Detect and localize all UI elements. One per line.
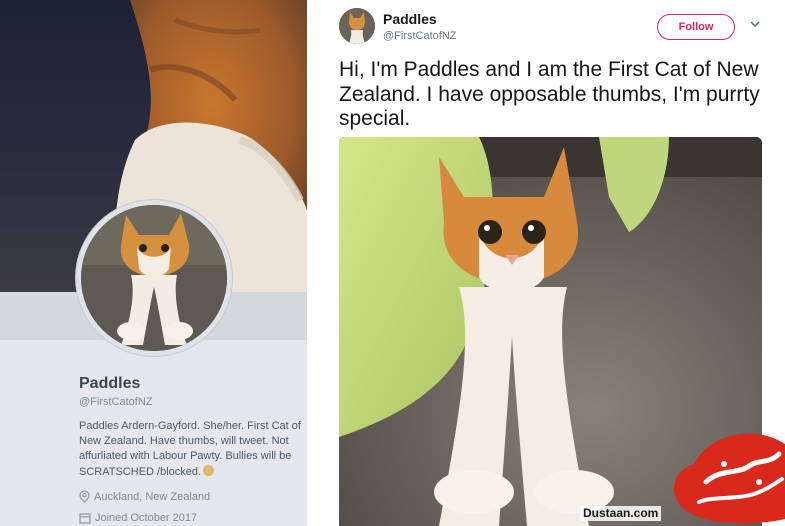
hug-emoji-icon [203,464,215,476]
profile-location: Auckland, New Zealand [79,490,210,503]
tweet-author-name[interactable]: Paddles [383,11,437,27]
calendar-icon [79,513,91,524]
tweet-avatar-image [339,8,375,44]
follow-button[interactable]: Follow [657,14,735,40]
profile-panel: Paddles @FirstCatofNZ Paddles Ardern-Gay… [0,0,307,526]
profile-bio: Paddles Ardern-Gayford. She/her. First C… [79,419,307,480]
profile-handle: @FirstCatofNZ [79,396,153,408]
tweet-author-handle[interactable]: @FirstCatofNZ [383,30,457,42]
profile-joined: Joined October 2017 [79,512,197,524]
profile-avatar[interactable] [76,200,232,356]
tweet-avatar[interactable] [339,8,375,44]
chevron-down-icon[interactable] [750,21,760,28]
profile-name[interactable]: Paddles [79,375,140,393]
watermark-site-text: Dustaan.com [580,506,662,521]
profile-avatar-image [81,205,227,351]
tweet-text: Hi, I'm Paddles and I am the First Cat o… [339,58,760,130]
location-pin-icon [79,490,90,503]
profile-joined-text: Joined October 2017 [95,512,198,524]
profile-bio-text: Paddles Ardern-Gayford. She/her. First C… [79,420,301,478]
profile-location-text: Auckland, New Zealand [94,490,211,503]
